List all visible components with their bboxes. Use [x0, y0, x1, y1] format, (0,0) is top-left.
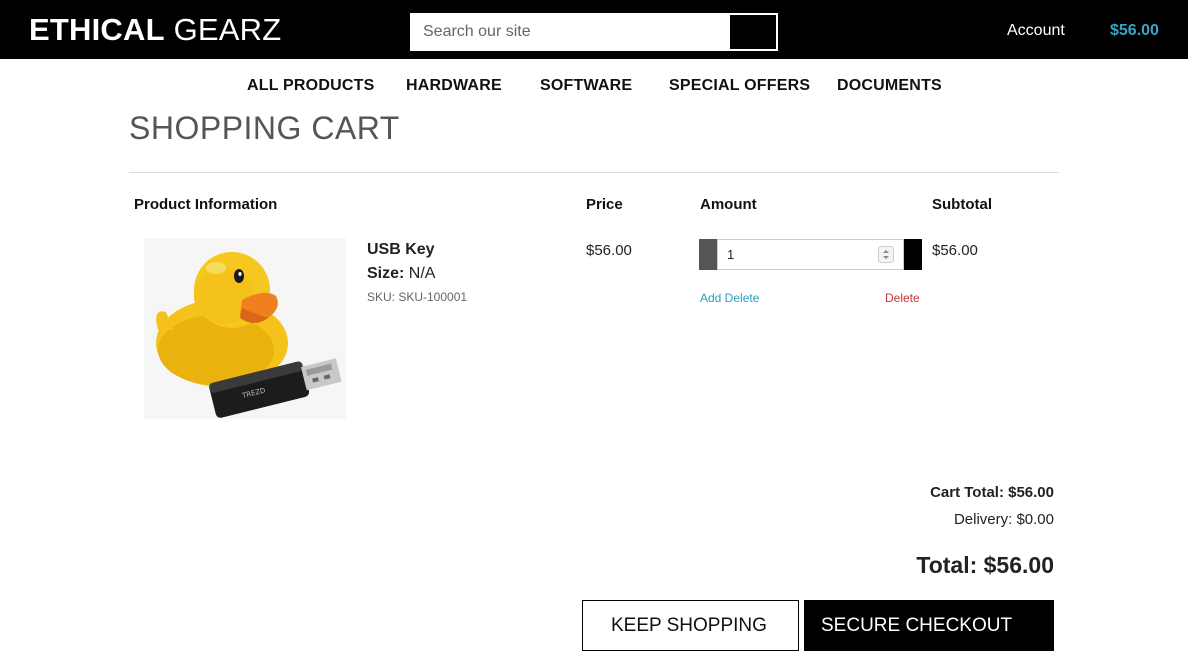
product-size-value: N/A	[408, 265, 436, 282]
product-image[interactable]: TREZD	[144, 238, 346, 419]
quantity-stepper[interactable]	[878, 246, 894, 263]
delivery-cost: Delivery: $0.00	[953, 511, 1054, 528]
nav-item-all-products[interactable]: ALL PRODUCTS	[247, 77, 374, 95]
chevron-up-icon[interactable]	[883, 250, 889, 253]
quantity-field	[717, 239, 904, 270]
header-price: Price	[586, 196, 623, 213]
product-size: Size: N/A	[367, 265, 435, 283]
header-cart-total[interactable]: $56.00	[1110, 22, 1159, 40]
product-price: $56.00	[586, 242, 632, 259]
grand-total: Total: $56.00	[916, 552, 1054, 578]
product-size-label: Size:	[367, 265, 405, 282]
logo-light-text: GEARZ	[173, 12, 282, 47]
secure-checkout-button[interactable]: SECURE CHECKOUT	[804, 600, 1054, 651]
main-nav: ALL PRODUCTS HARDWARE SOFTWARE SPECIAL O…	[0, 77, 1188, 97]
header-amount: Amount	[700, 196, 757, 213]
quantity-decrement-button[interactable]	[699, 239, 717, 270]
add-delete-link[interactable]: Add Delete	[700, 291, 759, 305]
product-subtotal: $56.00	[932, 242, 978, 259]
logo-bold-text: ETHICAL	[29, 12, 165, 47]
delete-link[interactable]: Delete	[885, 291, 920, 305]
nav-item-documents[interactable]: DOCUMENTS	[837, 77, 942, 95]
product-sku: SKU: SKU-100001	[367, 290, 468, 304]
nav-item-hardware[interactable]: HARDWARE	[406, 77, 502, 95]
cart-total: Cart Total: $56.00	[930, 484, 1054, 501]
nav-item-software[interactable]: SOFTWARE	[540, 77, 632, 95]
title-divider	[129, 172, 1059, 173]
search-input[interactable]	[411, 14, 729, 50]
account-link[interactable]: Account	[1007, 22, 1065, 40]
search-button[interactable]	[729, 14, 777, 50]
header-product-information: Product Information	[134, 196, 278, 213]
site-header: ETHICAL GEARZ Account $56.00	[0, 0, 1188, 59]
nav-item-special-offers[interactable]: SPECIAL OFFERS	[669, 77, 810, 95]
quantity-increment-button[interactable]	[904, 239, 922, 270]
page-title: SHOPPING CART	[129, 110, 400, 146]
keep-shopping-button[interactable]: KEEP SHOPPING	[582, 600, 799, 651]
quantity-input[interactable]	[718, 240, 878, 269]
site-logo[interactable]: ETHICAL GEARZ	[29, 12, 281, 48]
search-box	[410, 13, 778, 51]
product-name[interactable]: USB Key	[367, 241, 435, 259]
rubber-duck-usb-key-image: TREZD	[144, 238, 346, 419]
header-subtotal: Subtotal	[932, 196, 992, 213]
chevron-down-icon[interactable]	[883, 256, 889, 259]
